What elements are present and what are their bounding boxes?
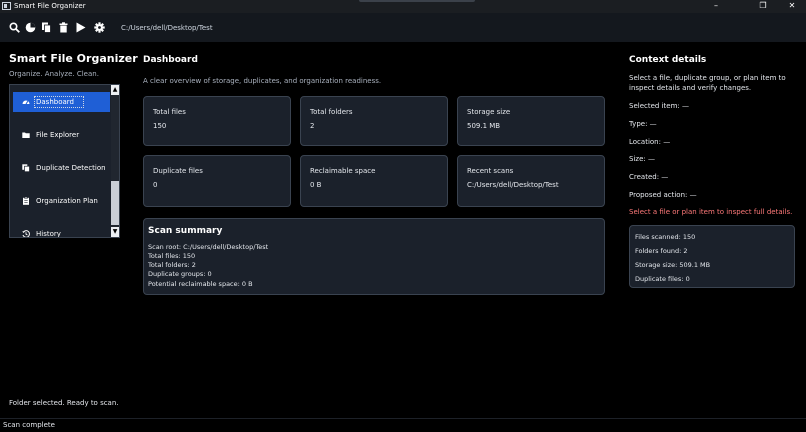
search-icon[interactable] bbox=[9, 22, 20, 33]
title-bar-handle bbox=[359, 0, 475, 2]
card-value: 0 bbox=[153, 181, 158, 189]
scan-summary-line: Total files: 150 bbox=[148, 252, 196, 260]
app-icon bbox=[2, 2, 11, 10]
sidebar-item-label: Duplicate Detection bbox=[36, 164, 106, 172]
status-text: Scan complete bbox=[3, 421, 55, 429]
recent-scans-card: Recent scans C:/Users/dell/Desktop/Test bbox=[457, 155, 605, 207]
title-bar: Smart File Organizer – ❐ ✕ bbox=[0, 0, 806, 13]
dashboard-icon bbox=[22, 100, 30, 105]
type-field: Type: — bbox=[629, 120, 657, 128]
card-label: Total files bbox=[153, 108, 186, 116]
stat-line: Storage size: 509.1 MB bbox=[635, 261, 711, 269]
card-label: Recent scans bbox=[467, 167, 514, 175]
sidebar-scrollbar[interactable]: ▲ ▼ bbox=[111, 85, 119, 237]
created-field: Created: — bbox=[629, 173, 669, 181]
sidebar-item-duplicate-detection[interactable]: Duplicate Detection bbox=[13, 158, 110, 178]
proposed-action-field: Proposed action: — bbox=[629, 191, 697, 199]
stat-line: Duplicate files: 0 bbox=[635, 275, 690, 283]
scan-summary-line: Potential reclaimable space: 0 B bbox=[148, 280, 253, 288]
sidebar-subtitle: Organize. Analyze. Clean. bbox=[9, 70, 99, 78]
current-path: C:/Users/dell/Desktop/Test bbox=[121, 24, 213, 32]
sidebar-title: Smart File Organizer bbox=[9, 52, 138, 65]
window-title: Smart File Organizer bbox=[14, 2, 86, 10]
card-label: Duplicate files bbox=[153, 167, 203, 175]
stat-line: Files scanned: 150 bbox=[635, 233, 696, 241]
card-value: 0 B bbox=[310, 181, 322, 189]
scan-summary-line: Scan root: C:/Users/dell/Desktop/Test bbox=[148, 243, 269, 251]
sidebar-item-file-explorer[interactable]: File Explorer bbox=[13, 125, 110, 145]
sidebar-item-history[interactable]: History bbox=[13, 224, 110, 238]
sidebar-nav: Dashboard File Explorer Duplicate Detect… bbox=[9, 84, 120, 238]
maximize-button[interactable]: ❐ bbox=[750, 0, 776, 13]
storage-size-card: Storage size 509.1 MB bbox=[457, 96, 605, 146]
clipboard-icon bbox=[23, 197, 29, 205]
duplicate-files-card: Duplicate files 0 bbox=[143, 155, 291, 207]
reclaimable-space-card: Reclaimable space 0 B bbox=[300, 155, 448, 207]
total-files-card: Total files 150 bbox=[143, 96, 291, 146]
sidebar-status: Folder selected. Ready to scan. bbox=[9, 399, 119, 407]
close-button[interactable]: ✕ bbox=[779, 0, 805, 13]
page-title: Dashboard bbox=[143, 55, 198, 65]
stat-line: Folders found: 2 bbox=[635, 247, 688, 255]
scroll-up-arrow-icon[interactable]: ▲ bbox=[111, 85, 119, 95]
gear-icon[interactable] bbox=[94, 22, 105, 33]
copy-icon[interactable] bbox=[41, 22, 52, 33]
sidebar-item-label: Organization Plan bbox=[36, 197, 98, 205]
context-warning: Select a file or plan item to inspect fu… bbox=[629, 208, 793, 216]
sidebar-item-organization-plan[interactable]: Organization Plan bbox=[13, 191, 110, 211]
card-value: 150 bbox=[153, 122, 167, 130]
status-bar: Scan complete bbox=[0, 418, 806, 432]
size-field: Size: — bbox=[629, 155, 655, 163]
play-icon[interactable] bbox=[75, 22, 86, 33]
scan-summary-panel: Scan summary Scan root: C:/Users/dell/De… bbox=[143, 218, 605, 295]
scan-summary-line: Duplicate groups: 0 bbox=[148, 270, 212, 278]
scan-stats-panel: Files scanned: 150 Folders found: 2 Stor… bbox=[629, 225, 795, 288]
scan-summary-line: Total folders: 2 bbox=[148, 261, 196, 269]
scrollbar-thumb[interactable] bbox=[111, 181, 119, 225]
sidebar-item-label: Dashboard bbox=[34, 96, 84, 108]
duplicate-icon bbox=[22, 164, 30, 172]
toolbar: C:/Users/dell/Desktop/Test bbox=[0, 13, 806, 42]
sidebar-item-label: File Explorer bbox=[36, 131, 80, 139]
location-field: Location: — bbox=[629, 138, 671, 146]
card-label: Storage size bbox=[467, 108, 511, 116]
card-value: C:/Users/dell/Desktop/Test bbox=[467, 181, 559, 189]
history-icon bbox=[22, 230, 30, 237]
context-description: Select a file, duplicate group, or plan … bbox=[629, 74, 786, 92]
context-title: Context details bbox=[629, 55, 707, 65]
card-label: Total folders bbox=[310, 108, 353, 116]
scan-summary-title: Scan summary bbox=[148, 226, 223, 236]
scroll-down-arrow-icon[interactable]: ▼ bbox=[111, 227, 119, 237]
card-value: 509.1 MB bbox=[467, 122, 501, 130]
card-label: Reclaimable space bbox=[310, 167, 376, 175]
pie-chart-icon[interactable] bbox=[25, 22, 36, 33]
card-value: 2 bbox=[310, 122, 315, 130]
sidebar-item-dashboard[interactable]: Dashboard bbox=[13, 92, 110, 112]
minimize-button[interactable]: – bbox=[703, 0, 729, 13]
folder-icon bbox=[22, 132, 30, 138]
sidebar-item-label: History bbox=[36, 230, 61, 238]
trash-icon[interactable] bbox=[58, 22, 69, 33]
selected-item-field: Selected item: — bbox=[629, 102, 689, 110]
page-subtitle: A clear overview of storage, duplicates,… bbox=[143, 77, 382, 85]
total-folders-card: Total folders 2 bbox=[300, 96, 448, 146]
